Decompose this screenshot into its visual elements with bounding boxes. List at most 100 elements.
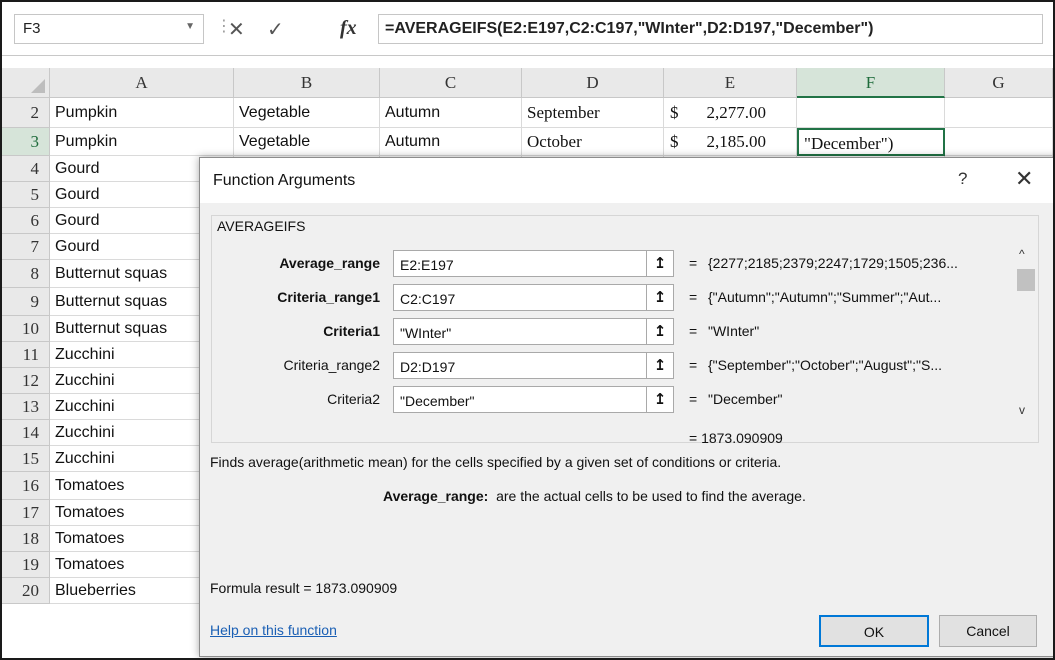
cell-f3[interactable]: "December") [797,128,945,156]
formula-input[interactable]: =AVERAGEIFS(E2:E197,C2:C197,"WInter",D2:… [378,14,1043,44]
row-header[interactable]: 11 [2,342,50,368]
equals-sign: = [689,323,698,339]
column-header-b[interactable]: B [234,68,380,98]
formula-result: Formula result = 1873.090909 [210,580,398,596]
arg-evaluated-value: {"September";"October";"August";"S... [708,357,943,373]
arg-input[interactable]: D2:D197 ↥ [393,352,674,379]
check-icon[interactable]: ✓ [267,17,284,42]
currency-symbol: $ [670,103,679,122]
function-description: Finds average(arithmetic mean) for the c… [210,454,782,470]
cell-d3[interactable]: October [522,128,664,156]
arg-label: Average_range [279,255,380,271]
arg-input[interactable]: C2:C197 ↥ [393,284,674,311]
function-arguments-dialog: Function Arguments ? ✕ AVERAGEIFS Averag… [199,157,1053,657]
row-header[interactable]: 9 [2,288,50,316]
row-header[interactable]: 18 [2,526,50,552]
column-header-c[interactable]: C [380,68,522,98]
arg-label: Criteria1 [323,323,380,339]
excel-window: F3 ▼ ⋮ ✕ ✓ fx =AVERAGEIFS(E2:E197,C2:C19… [0,0,1055,660]
help-icon[interactable]: ? [958,169,967,189]
row-header[interactable]: 7 [2,234,50,260]
column-header-e[interactable]: E [664,68,797,98]
insert-function-icon[interactable]: fx [340,17,357,40]
collapse-dialog-icon[interactable]: ↥ [646,285,673,310]
row-header[interactable]: 2 [2,98,50,128]
arg-input-value: D2:D197 [400,359,456,375]
column-header-d[interactable]: D [522,68,664,98]
argument-description-name: Average_range: [383,488,489,504]
cell-b2[interactable]: Vegetable [234,98,380,128]
arg-input-value: "WInter" [400,325,452,341]
dialog-titlebar[interactable]: Function Arguments ? ✕ [200,158,1053,203]
cell-f2[interactable] [797,98,945,128]
row-header[interactable]: 19 [2,552,50,578]
arg-input-value: E2:E197 [400,257,454,273]
row-header[interactable]: 20 [2,578,50,604]
cancel-icon[interactable]: ✕ [228,17,245,42]
row-header[interactable]: 5 [2,182,50,208]
chevron-down-icon[interactable]: ▼ [185,21,195,32]
formula-bar-buttons: ✕ ✓ fx [228,14,376,44]
row-header[interactable]: 16 [2,472,50,500]
equals-sign: = [689,289,698,305]
collapse-dialog-icon[interactable]: ↥ [646,353,673,378]
row-header[interactable]: 6 [2,208,50,234]
arguments-scrollbar[interactable]: ^ v [1015,243,1037,423]
name-box-value: F3 [23,20,41,37]
collapse-dialog-icon[interactable]: ↥ [646,319,673,344]
row-header[interactable]: 17 [2,500,50,526]
arg-label: Criteria_range2 [283,357,381,373]
equals-sign: = [689,391,698,407]
cell-e3[interactable]: $2,185.00 [664,128,797,156]
equals-sign: = [689,255,698,271]
row-header[interactable]: 12 [2,368,50,394]
arg-label: Criteria2 [327,391,380,407]
select-all-button[interactable] [2,68,50,98]
cell-d2[interactable]: September [522,98,664,128]
row-header[interactable]: 14 [2,420,50,446]
arg-input[interactable]: "December" ↥ [393,386,674,413]
cancel-button[interactable]: Cancel [939,615,1037,647]
close-icon[interactable]: ✕ [1015,166,1033,192]
column-header-a[interactable]: A [50,68,234,98]
cell-a3[interactable]: Pumpkin [50,128,234,156]
row-header[interactable]: 3 [2,128,50,156]
arg-input[interactable]: E2:E197 ↥ [393,250,674,277]
help-link[interactable]: Help on this function [210,622,337,638]
formula-bar: F3 ▼ ⋮ ✕ ✓ fx =AVERAGEIFS(E2:E197,C2:C19… [2,2,1053,56]
dialog-title: Function Arguments [213,172,356,189]
collapse-dialog-icon[interactable]: ↥ [646,387,673,412]
arg-evaluated-value: {2277;2185;2379;2247;1729;1505;236... [708,255,958,271]
chevron-down-icon[interactable]: v [1019,403,1025,417]
cell-c2[interactable]: Autumn [380,98,522,128]
cell-e2[interactable]: $2,277.00 [664,98,797,128]
row-header[interactable]: 8 [2,260,50,288]
cell-a2[interactable]: Pumpkin [50,98,234,128]
row-header[interactable]: 13 [2,394,50,420]
cell-c3[interactable]: Autumn [380,128,522,156]
arg-input-value: "December" [400,393,475,409]
row-header[interactable]: 15 [2,446,50,472]
cell-b3[interactable]: Vegetable [234,128,380,156]
row-header[interactable]: 4 [2,156,50,182]
collapse-dialog-icon[interactable]: ↥ [646,251,673,276]
chevron-up-icon[interactable]: ^ [1019,247,1025,261]
argument-description-text: are the actual cells to be used to find … [496,488,806,504]
ok-button[interactable]: OK [819,615,929,647]
cell-g2[interactable] [945,98,1053,128]
argument-description: Average_range: are the actual cells to b… [383,488,806,504]
name-box[interactable]: F3 ▼ [14,14,204,44]
column-header-f[interactable]: F [797,68,945,98]
column-header-g[interactable]: G [945,68,1053,98]
arg-input[interactable]: "WInter" ↥ [393,318,674,345]
formula-text: =AVERAGEIFS(E2:E197,C2:C197,"WInter",D2:… [385,20,874,37]
scrollbar-thumb[interactable] [1017,269,1035,291]
amount-value: 2,185.00 [706,132,767,151]
row-header[interactable]: 10 [2,316,50,342]
arg-evaluated-value: "December" [708,391,783,407]
arg-evaluated-value: {"Autumn";"Autumn";"Summer";"Aut... [708,289,942,305]
cell-g3[interactable] [945,128,1053,156]
arg-input-value: C2:C197 [400,291,456,307]
function-result: = 1873.090909 [689,430,783,446]
equals-sign: = [689,357,698,373]
